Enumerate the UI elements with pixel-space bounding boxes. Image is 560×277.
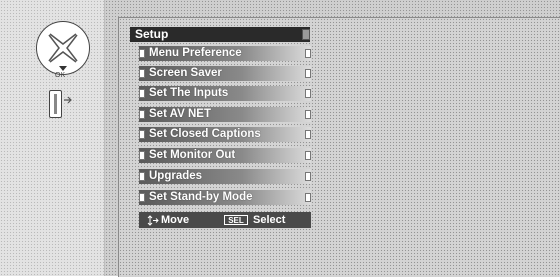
menu-item-upgrades[interactable]: Upgrades <box>139 169 311 184</box>
item-cap-right-icon <box>305 89 311 98</box>
menu-item-menu-preference[interactable]: Menu Preference <box>139 46 311 61</box>
menu-item-label: Set Stand-by Mode <box>149 191 253 203</box>
menu-item-label: Menu Preference <box>149 47 242 59</box>
move-label: Move <box>161 214 190 226</box>
item-cap-right-icon <box>305 49 311 58</box>
item-cap-left-icon <box>139 69 145 78</box>
item-cap-right-icon <box>305 130 311 139</box>
button-slot-icon <box>54 94 57 114</box>
select-label: Select <box>253 214 286 226</box>
item-cap-left-icon <box>139 193 145 202</box>
menu-item-set-the-inputs[interactable]: Set The Inputs <box>139 86 311 101</box>
sel-button-icon: SEL <box>224 215 248 225</box>
menu-item-screen-saver[interactable]: Screen Saver <box>139 66 311 81</box>
move-arrows-icon <box>147 215 159 226</box>
menu-title: Setup <box>130 27 310 42</box>
item-cap-right-icon <box>305 69 311 78</box>
menu-item-label: Set AV NET <box>149 108 211 120</box>
title-cap-icon <box>302 29 310 40</box>
menu-item-set-stand-by-mode[interactable]: Set Stand-by Mode <box>139 190 311 205</box>
item-cap-right-icon <box>305 151 311 160</box>
dpad-cross-icon <box>48 33 78 71</box>
item-cap-right-icon <box>305 193 311 202</box>
item-cap-left-icon <box>139 151 145 160</box>
remote-panel: OK <box>0 0 105 276</box>
menu-item-set-monitor-out[interactable]: Set Monitor Out <box>139 148 311 163</box>
menu-item-set-av-net[interactable]: Set AV NET <box>139 107 311 122</box>
menu-footer: Move SEL Select <box>139 212 311 228</box>
ok-label: OK <box>55 72 66 79</box>
menu-item-label: Screen Saver <box>149 67 222 79</box>
item-cap-right-icon <box>305 172 311 181</box>
tv-button-icon[interactable] <box>49 90 62 118</box>
setup-menu: Setup Menu Preference Screen Saver Set T… <box>130 27 320 229</box>
item-cap-right-icon <box>305 110 311 119</box>
item-cap-left-icon <box>139 89 145 98</box>
menu-item-set-closed-captions[interactable]: Set Closed Captions <box>139 127 311 142</box>
menu-item-label: Upgrades <box>149 170 203 182</box>
item-cap-left-icon <box>139 130 145 139</box>
arrow-right-icon <box>64 96 72 104</box>
menu-item-label: Set Monitor Out <box>149 149 236 161</box>
item-cap-left-icon <box>139 172 145 181</box>
item-cap-left-icon <box>139 49 145 58</box>
menu-item-label: Set Closed Captions <box>149 128 261 140</box>
item-cap-left-icon <box>139 110 145 119</box>
menu-item-label: Set The Inputs <box>149 87 229 99</box>
dpad-icon[interactable] <box>36 21 90 75</box>
